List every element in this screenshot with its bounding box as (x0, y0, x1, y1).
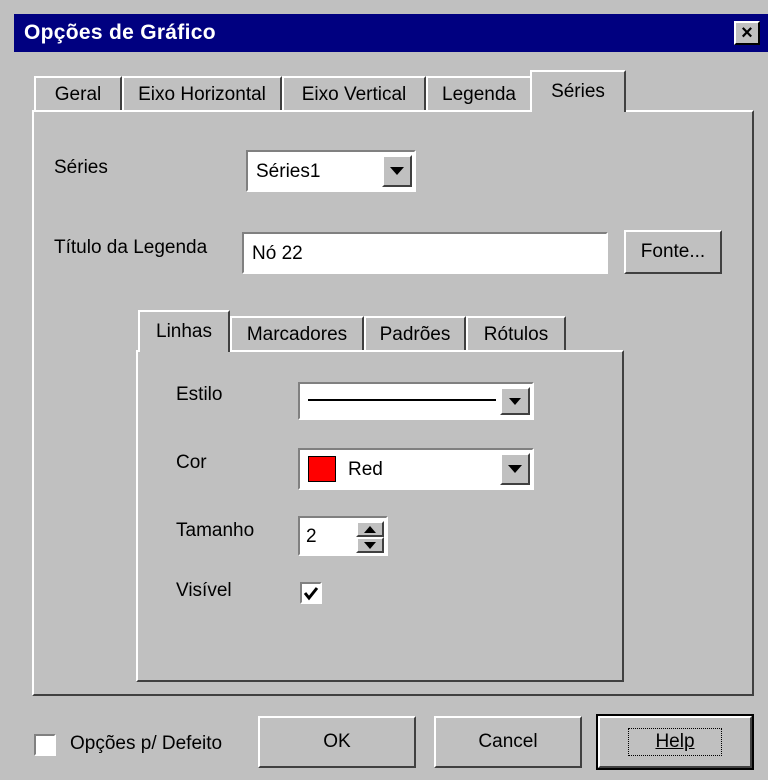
color-value: Red (348, 459, 383, 480)
chevron-down-icon (364, 541, 376, 549)
size-label: Tamanho (176, 520, 255, 541)
color-dropdown-button[interactable] (500, 453, 530, 485)
legend-title-input[interactable]: Nó 22 (242, 232, 608, 274)
subtab-linhas[interactable]: Linhas (138, 310, 230, 352)
series-select[interactable]: Séries1 (246, 150, 416, 192)
legend-title-label: Título da Legenda (54, 237, 208, 258)
default-options-checkbox[interactable] (34, 734, 56, 756)
visible-label: Visível (176, 580, 232, 601)
subtab-label: Padrões (379, 324, 451, 345)
font-button[interactable]: Fonte... (624, 230, 722, 274)
visible-checkbox[interactable] (300, 582, 322, 604)
color-label: Cor (176, 452, 207, 473)
help-button-face: Help (598, 716, 752, 768)
checkmark-icon (303, 587, 319, 601)
line-style-select[interactable] (298, 382, 534, 420)
size-value: 2 (306, 526, 317, 547)
size-spinner[interactable]: 2 (298, 516, 388, 556)
size-decrement-button[interactable] (356, 537, 384, 553)
help-button-label: Help (628, 728, 722, 756)
help-button[interactable]: Help (596, 714, 754, 770)
color-select[interactable]: Red (298, 448, 534, 490)
chevron-up-icon (364, 525, 376, 533)
color-swatch (308, 456, 336, 482)
chart-options-dialog: Opções de Gráfico × Geral Eixo Horizonta… (0, 0, 768, 780)
line-style-dropdown-button[interactable] (500, 387, 530, 415)
legend-title-value: Nó 22 (252, 243, 303, 264)
series-select-value: Séries1 (256, 161, 321, 182)
subtab-padroes[interactable]: Padrões (364, 316, 466, 352)
cancel-button-label: Cancel (478, 731, 538, 752)
chevron-down-icon (509, 397, 521, 405)
subtab-rotulos[interactable]: Rótulos (466, 316, 566, 352)
lines-subtab-panel: Estilo Cor Red Tamanho 2 Visível (136, 350, 624, 682)
font-button-label: Fonte... (640, 241, 706, 262)
cancel-button[interactable]: Cancel (434, 716, 582, 768)
ok-button[interactable]: OK (258, 716, 416, 768)
solid-line-preview (308, 399, 496, 401)
chevron-down-icon (508, 465, 522, 473)
subtab-marcadores[interactable]: Marcadores (230, 316, 364, 352)
default-options-label: Opções p/ Defeito (70, 733, 223, 754)
subtab-label: Rótulos (483, 324, 549, 345)
subtab-label: Marcadores (246, 324, 348, 345)
series-label: Séries (54, 157, 108, 178)
ok-button-label: OK (323, 731, 351, 752)
series-dropdown-button[interactable] (382, 155, 412, 187)
style-label: Estilo (176, 384, 223, 405)
size-increment-button[interactable] (356, 521, 384, 537)
chevron-down-icon (390, 167, 404, 175)
subtab-label: Linhas (156, 321, 212, 342)
